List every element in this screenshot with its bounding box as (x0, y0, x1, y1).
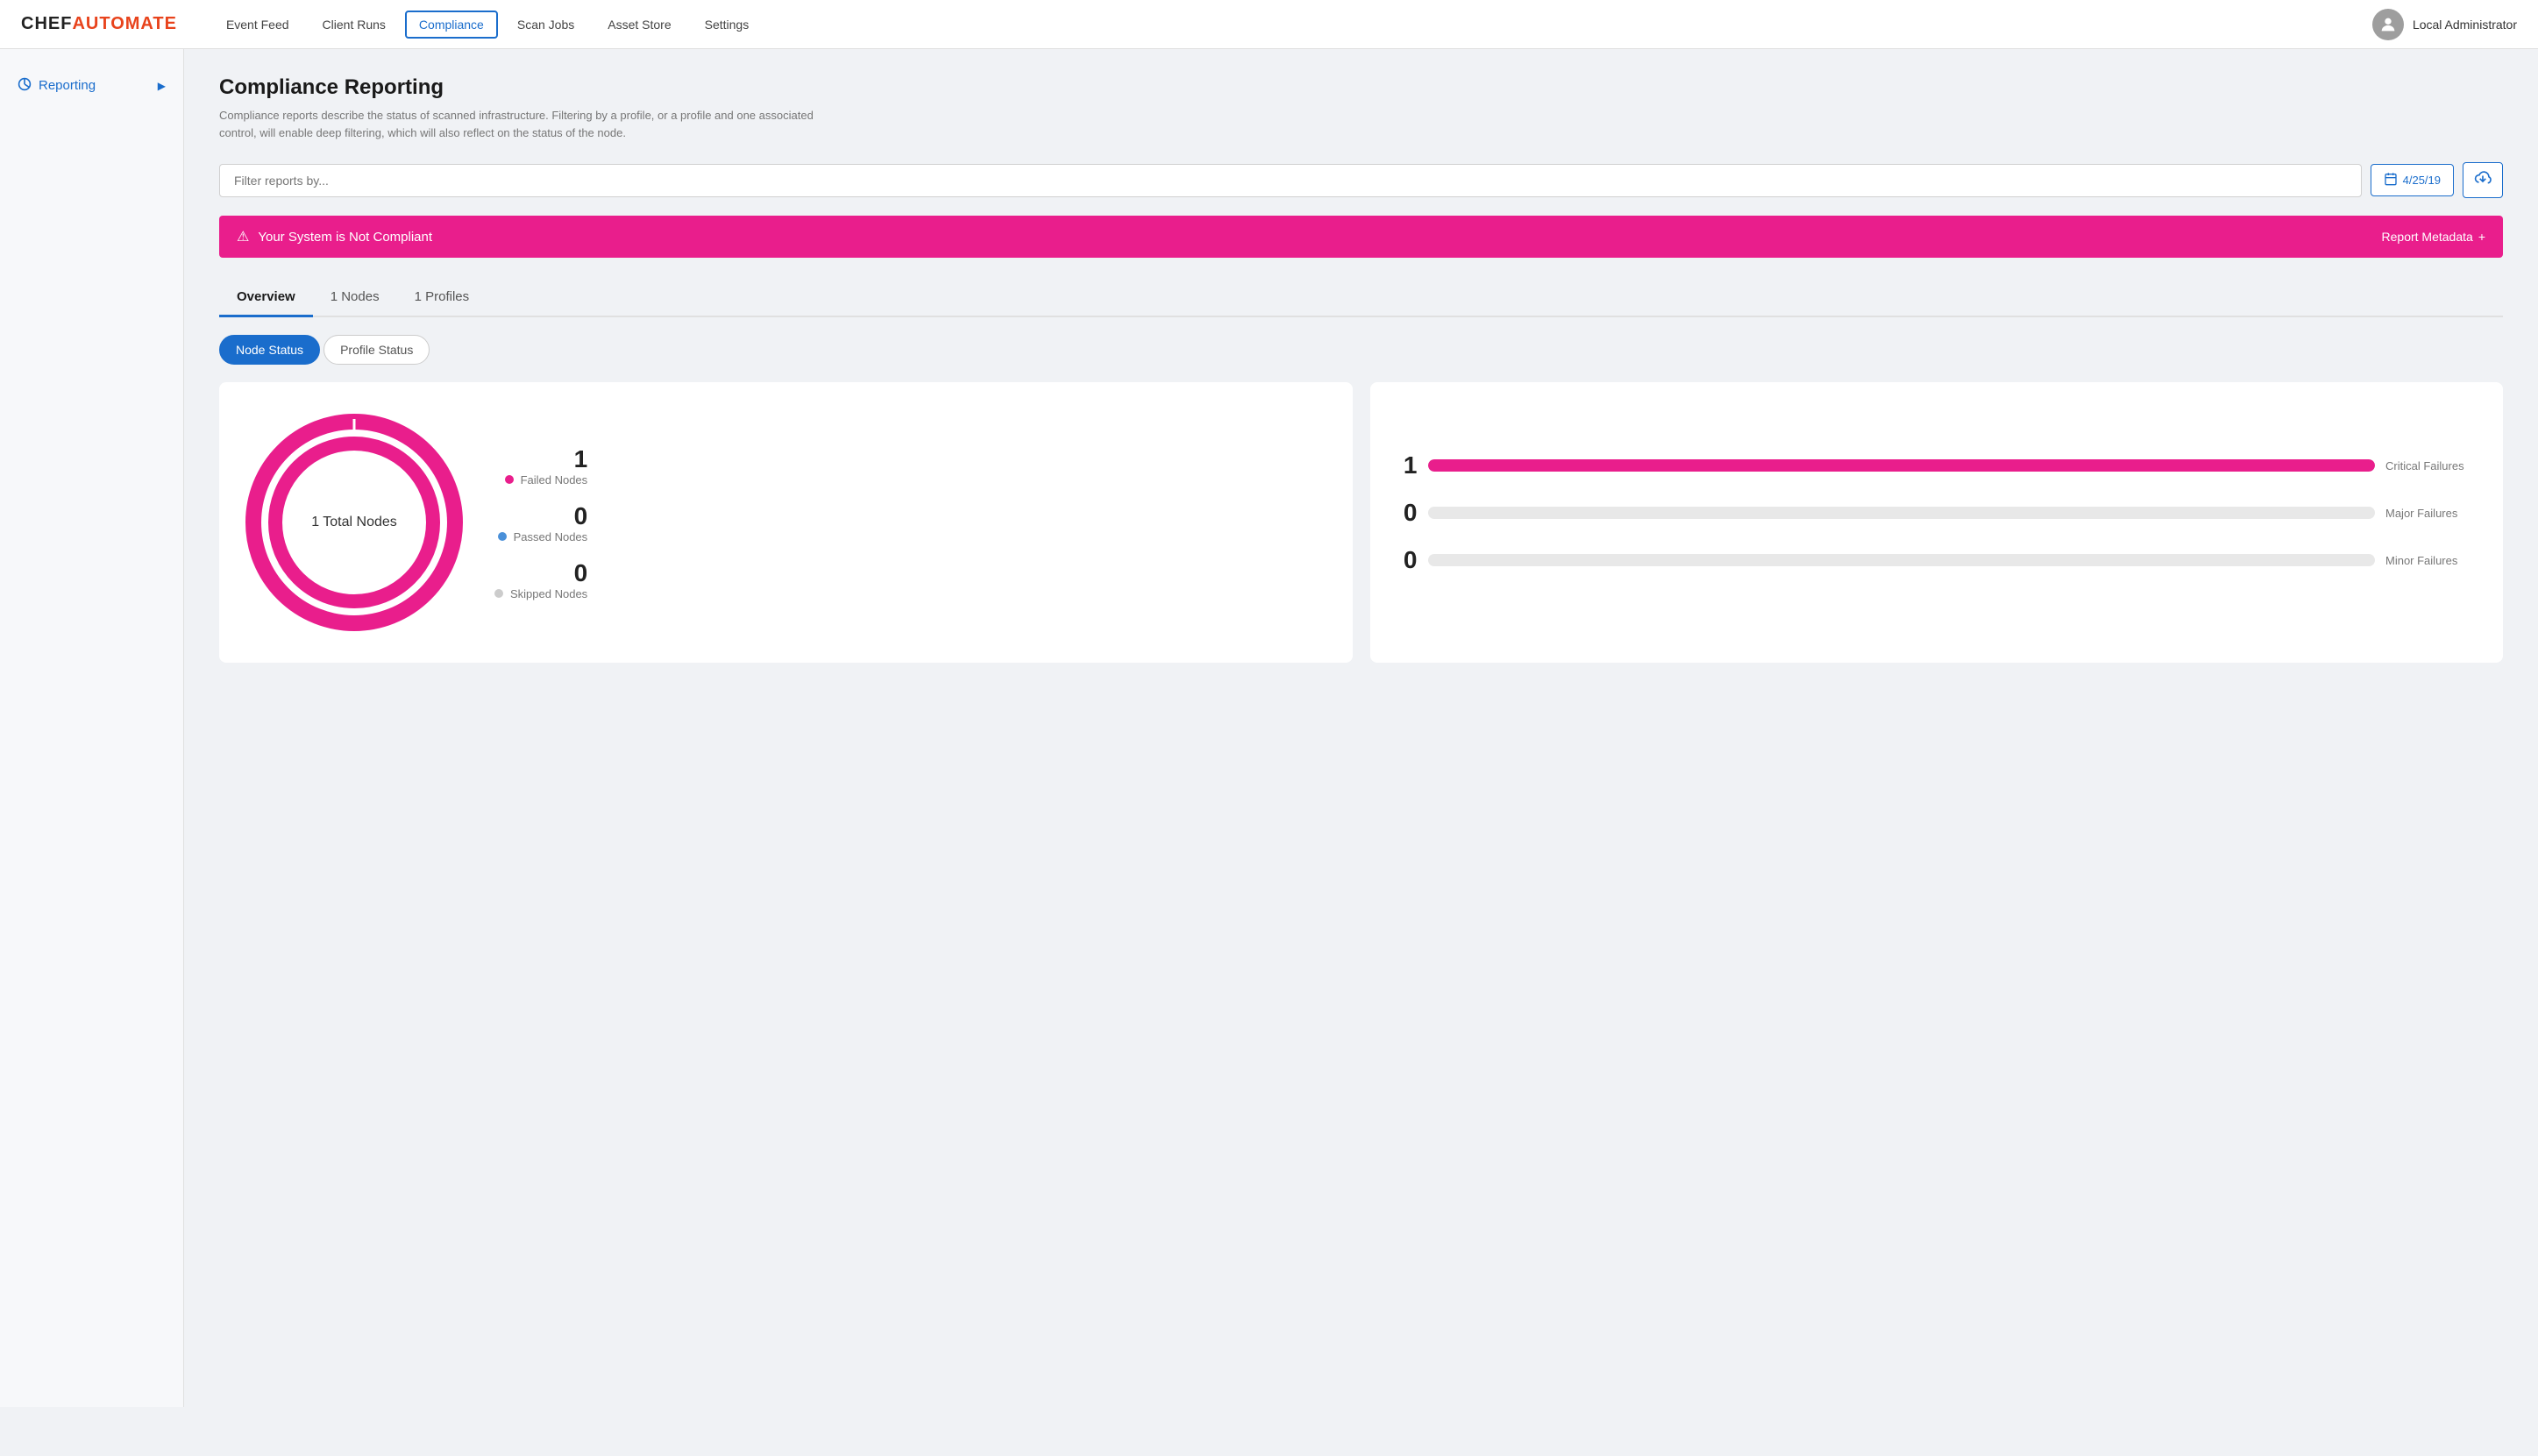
admin-label: Local Administrator (2413, 18, 2517, 32)
nav-asset-store[interactable]: Asset Store (594, 11, 685, 39)
donut-legend: 1 Failed Nodes 0 Passed Nodes (494, 445, 587, 600)
nav-links: Event Feed Client Runs Compliance Scan J… (212, 11, 2372, 39)
date-picker-button[interactable]: 4/25/19 (2371, 164, 2454, 196)
plus-icon: + (2478, 230, 2485, 244)
donut-chart: 1 Total Nodes (240, 408, 468, 636)
failed-dot (505, 475, 514, 484)
skipped-label: Skipped Nodes (510, 587, 587, 600)
alert-message: Your System is Not Compliant (258, 230, 432, 245)
sidebar: Reporting ▶ (0, 49, 184, 1407)
nav-client-runs[interactable]: Client Runs (309, 11, 400, 39)
major-bar-track (1428, 507, 2376, 519)
page-description: Compliance reports describe the status o… (219, 107, 815, 141)
minor-bar-track (1428, 554, 2376, 566)
legend-failed: 1 Failed Nodes (494, 445, 587, 487)
failed-count: 1 (574, 445, 588, 473)
passed-count: 0 (574, 502, 588, 530)
avatar (2372, 9, 2404, 40)
filter-input[interactable] (219, 164, 2362, 197)
report-metadata-button[interactable]: Report Metadata + (2382, 230, 2485, 244)
donut-chart-card: 1 Total Nodes 1 Failed Nodes 0 (219, 382, 1353, 663)
legend-skipped: 0 Skipped Nodes (494, 559, 587, 600)
cloud-download-icon (2474, 170, 2492, 190)
passed-label: Passed Nodes (514, 530, 588, 543)
warning-icon: ⚠ (237, 228, 249, 245)
calendar-icon (2384, 172, 2398, 188)
top-navigation: CHEFAUTOMATE Event Feed Client Runs Comp… (0, 0, 2538, 49)
logo-automate: AUTOMATE (72, 14, 176, 34)
minor-label: Minor Failures (2385, 554, 2482, 567)
reporting-icon (18, 77, 32, 94)
major-label: Major Failures (2385, 507, 2482, 520)
passed-dot (498, 532, 507, 541)
tab-overview[interactable]: Overview (219, 279, 313, 317)
compliance-alert-banner: ⚠ Your System is Not Compliant Report Me… (219, 216, 2503, 258)
main-content: Compliance Reporting Compliance reports … (184, 49, 2538, 1407)
critical-count: 1 (1391, 451, 1418, 479)
page-title: Compliance Reporting (219, 75, 2503, 100)
failed-label: Failed Nodes (521, 473, 588, 487)
bar-critical: 1 Critical Failures (1391, 451, 2483, 479)
minor-count: 0 (1391, 546, 1418, 574)
nav-settings[interactable]: Settings (691, 11, 764, 39)
status-toggle-group: Node Status Profile Status (219, 335, 2503, 365)
charts-row: 1 Total Nodes 1 Failed Nodes 0 (219, 382, 2503, 663)
profile-status-toggle[interactable]: Profile Status (323, 335, 430, 365)
sidebar-arrow-icon: ▶ (158, 80, 166, 92)
date-label: 4/25/19 (2403, 174, 2441, 187)
logo-chef: CHEF (21, 14, 72, 34)
alert-left: ⚠ Your System is Not Compliant (237, 228, 432, 245)
bar-chart-card: 1 Critical Failures 0 Major Failures 0 (1370, 382, 2504, 663)
report-metadata-label: Report Metadata (2382, 230, 2473, 244)
major-count: 0 (1391, 499, 1418, 527)
sidebar-item-label: Reporting (39, 78, 96, 93)
critical-label: Critical Failures (2385, 459, 2482, 472)
bar-major: 0 Major Failures (1391, 499, 2483, 527)
layout: Reporting ▶ Compliance Reporting Complia… (0, 49, 2538, 1407)
nav-scan-jobs[interactable]: Scan Jobs (503, 11, 588, 39)
sidebar-item-reporting[interactable]: Reporting ▶ (0, 67, 183, 104)
nav-right: Local Administrator (2372, 9, 2517, 40)
logo: CHEFAUTOMATE (21, 14, 177, 34)
tabs: Overview 1 Nodes 1 Profiles (219, 279, 2503, 317)
filter-bar: 4/25/19 (219, 162, 2503, 198)
skipped-count: 0 (574, 559, 588, 587)
tab-profiles[interactable]: 1 Profiles (397, 279, 487, 317)
download-button[interactable] (2463, 162, 2503, 198)
nav-event-feed[interactable]: Event Feed (212, 11, 303, 39)
nav-compliance[interactable]: Compliance (405, 11, 498, 39)
node-status-toggle[interactable]: Node Status (219, 335, 320, 365)
legend-passed: 0 Passed Nodes (494, 502, 587, 543)
bar-minor: 0 Minor Failures (1391, 546, 2483, 574)
critical-bar-fill (1428, 459, 2376, 472)
tab-nodes[interactable]: 1 Nodes (313, 279, 397, 317)
critical-bar-track (1428, 459, 2376, 472)
skipped-dot (494, 589, 503, 598)
